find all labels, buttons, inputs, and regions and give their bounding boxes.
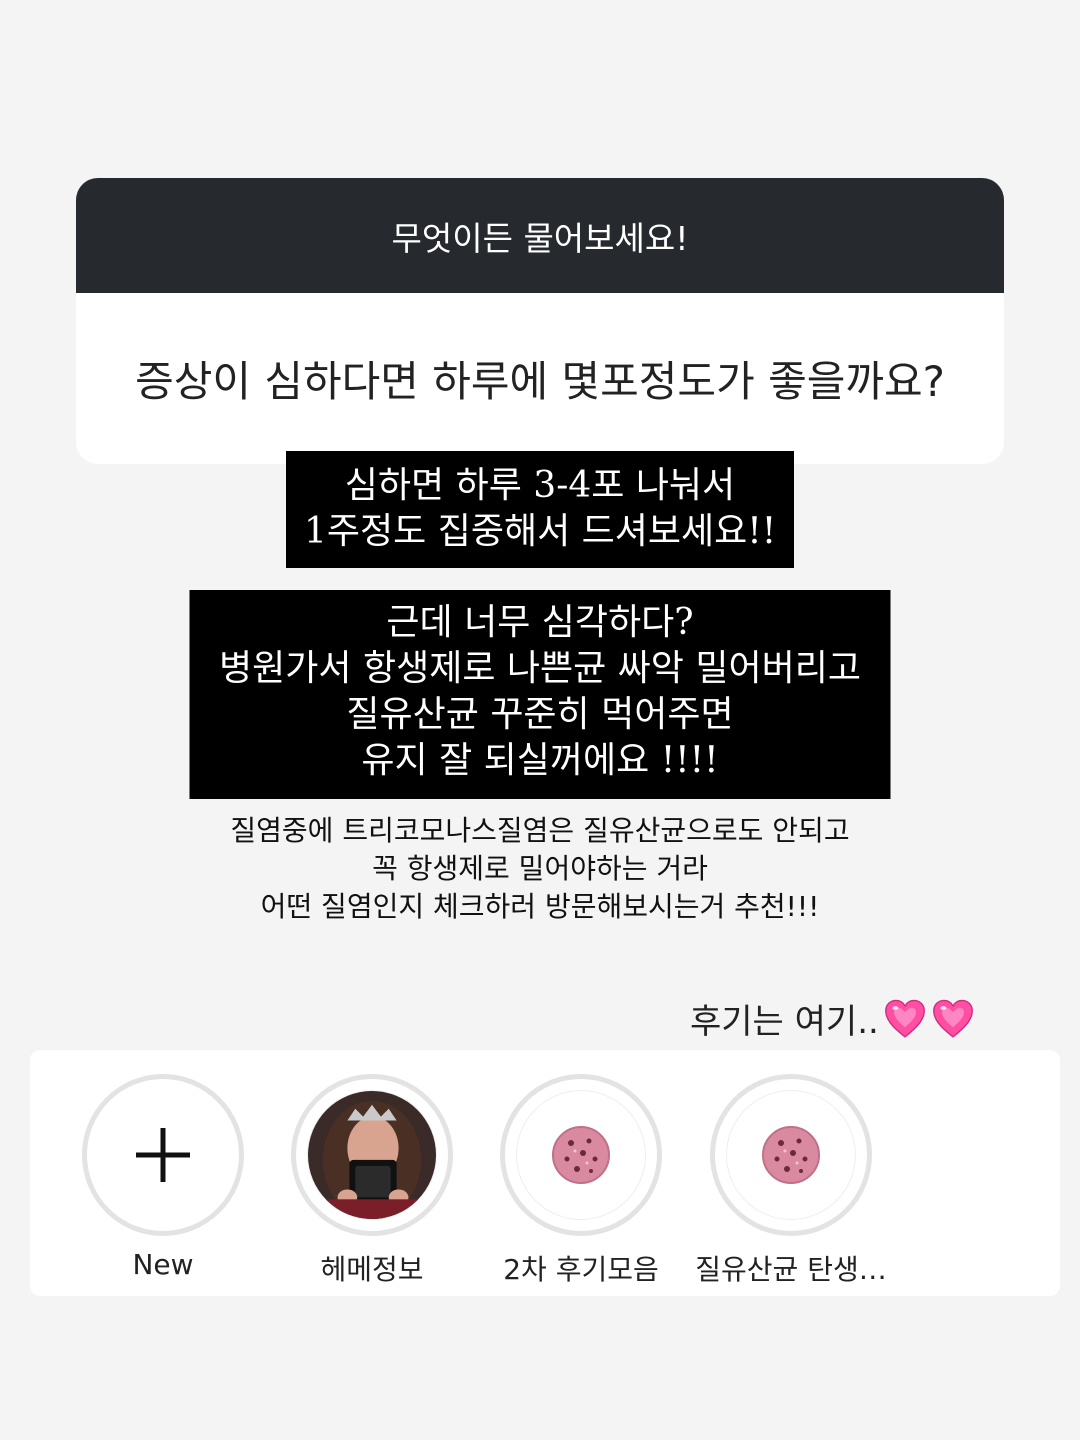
highlight-ring[interactable] <box>291 1074 453 1236</box>
reviews-label: 후기는 여기.. <box>690 994 975 1043</box>
question-text: 증상이 심하다면 하루에 몇포정도가 좋을까요? <box>135 357 945 406</box>
plus-icon <box>136 1128 190 1182</box>
pink-heart-icon <box>932 999 973 1038</box>
highlight-info[interactable]: 헤메정보 <box>267 1074 477 1288</box>
answer-box-1: 심하면 하루 3-4포 나눠서 1주정도 집중해서 드셔보세요!! <box>286 451 794 568</box>
note-line: 꼭 항생제로 밀어야하는 거라 <box>372 852 708 885</box>
highlight-cover <box>726 1090 856 1220</box>
highlight-ring[interactable] <box>500 1074 662 1236</box>
answer-box-2: 근데 너무 심각하다? 병원가서 항생제로 나쁜균 싸악 밀어버리고 질유산균 … <box>189 590 891 799</box>
reviews-label-text: 후기는 여기.. <box>690 1002 879 1042</box>
question-sticker-card: 무엇이든 물어보세요! 증상이 심하다면 하루에 몇포정도가 좋을까요? <box>76 178 1004 464</box>
highlight-ring[interactable] <box>82 1074 244 1236</box>
highlight-label: 헤메정보 <box>320 1253 424 1286</box>
profile-photo <box>307 1090 437 1220</box>
note-line: 질염중에 트리코모나스질염은 질유산균으로도 안되고 <box>230 814 850 847</box>
highlight-new[interactable]: New <box>58 1074 268 1281</box>
pink-heart-icon <box>884 999 925 1038</box>
highlight-label: New <box>132 1248 194 1281</box>
answer-line: 1주정도 집중해서 드셔보세요!! <box>304 511 777 552</box>
note-line: 어떤 질염인지 체크하러 방문해보시는거 추천!!! <box>260 890 820 923</box>
story-highlights-panel: New 헤메정보 2차 후기모음 질유산균 탄생… <box>30 1050 1060 1296</box>
answer-line: 심하면 하루 3-4포 나눠서 <box>344 465 736 506</box>
highlight-reviews-2[interactable]: 2차 후기모음 <box>476 1074 686 1288</box>
highlight-cover <box>516 1090 646 1220</box>
answer-line: 유지 잘 되실꺼에요 !!!! <box>361 740 719 781</box>
highlight-label: 질유산균 탄생… <box>695 1253 887 1286</box>
highlight-probiotic[interactable]: 질유산균 탄생… <box>686 1074 896 1288</box>
question-sticker-header: 무엇이든 물어보세요! <box>76 178 1004 293</box>
answer-line: 병원가서 항생제로 나쁜균 싸악 밀어버리고 <box>219 648 861 689</box>
cookie-icon <box>552 1126 610 1184</box>
note-text: 질염중에 트리코모나스질염은 질유산균으로도 안되고 꼭 항생제로 밀어야하는 … <box>0 812 1080 926</box>
highlight-ring[interactable] <box>710 1074 872 1236</box>
highlight-label: 2차 후기모음 <box>503 1253 659 1286</box>
answer-line: 근데 너무 심각하다? <box>386 602 694 643</box>
cookie-icon <box>762 1126 820 1184</box>
answer-line: 질유산균 꾸준히 먹어주면 <box>346 694 734 735</box>
